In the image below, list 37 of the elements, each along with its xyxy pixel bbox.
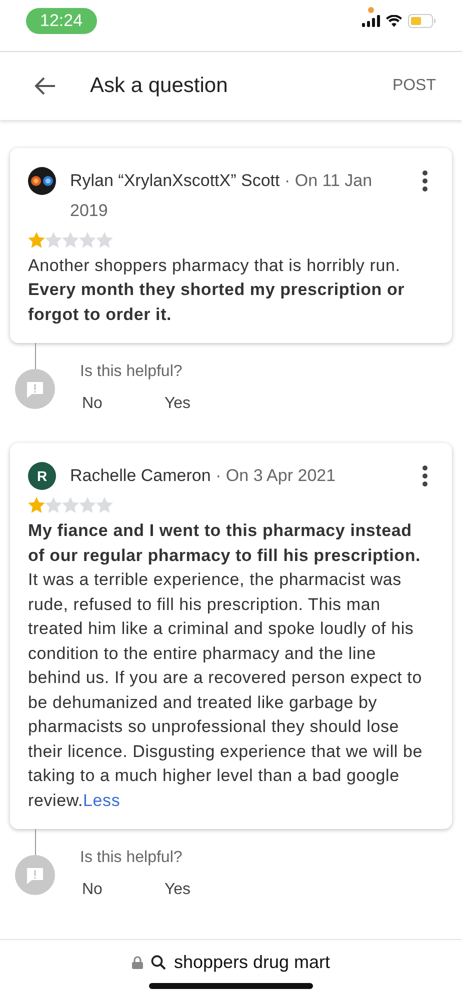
star-icon (62, 497, 79, 514)
star-icon (28, 497, 45, 514)
yes-button[interactable]: Yes (162, 395, 193, 414)
status-time: 12:24 (26, 8, 97, 34)
review-author-date: Rylan “XrylanXscottX” Scott · On 11 Jan 2019 (70, 170, 374, 222)
star-icon (45, 232, 62, 248)
star-icon (79, 497, 96, 514)
back-arrow-icon[interactable] (34, 76, 56, 95)
star-icon (96, 497, 113, 514)
review-text: Another shoppers pharmacy that is horribly run. Every month they shorted my prescription or forgot to order it. (28, 254, 406, 326)
signal-icon (362, 15, 380, 28)
helpful-question: Is this helpful? (80, 363, 184, 382)
feedback-icon (15, 855, 55, 896)
address-text[interactable]: shoppers drug mart (174, 952, 330, 974)
star-icon (28, 232, 45, 248)
feedback-icon (15, 369, 55, 410)
review-text: My fiance and I went to this pharmacy instead of our regular pharmacy to fill his prescription. It was a terrible experience, the pharmacist was rude, refused to fill his prescription. This man treated him like a criminal and spoke loudly of his condition to the entire pharmacy and the line behind us. If you are a recovered person expect to be dehumanized and treated like garbage by pharmacists so unprofessional they should lose their licence. Disgusting experience that we will be taking to a much higher level than a bad google review.Less (28, 520, 424, 812)
more-options-icon[interactable] (422, 170, 428, 192)
page-title: Ask a question (90, 74, 228, 98)
battery-icon (408, 14, 436, 28)
more-options-icon[interactable] (422, 465, 428, 488)
review-author-date: Rachelle Cameron · On 3 Apr 2021 (70, 465, 337, 488)
star-icon (45, 497, 62, 514)
no-button[interactable]: No (80, 881, 104, 900)
star-icon (62, 232, 79, 248)
star-icon (79, 232, 96, 248)
less-link[interactable]: Less (83, 790, 120, 810)
avatar-letter: R (28, 462, 56, 490)
star-icon (96, 232, 113, 248)
privacy-dot-icon (368, 7, 374, 13)
search-icon (150, 955, 166, 970)
no-button[interactable]: No (80, 395, 104, 414)
yes-button[interactable]: Yes (162, 881, 193, 900)
post-button[interactable]: POST (386, 70, 442, 101)
wifi-icon (386, 15, 402, 28)
helpful-question: Is this helpful? (80, 849, 184, 868)
lock-icon (132, 956, 143, 970)
